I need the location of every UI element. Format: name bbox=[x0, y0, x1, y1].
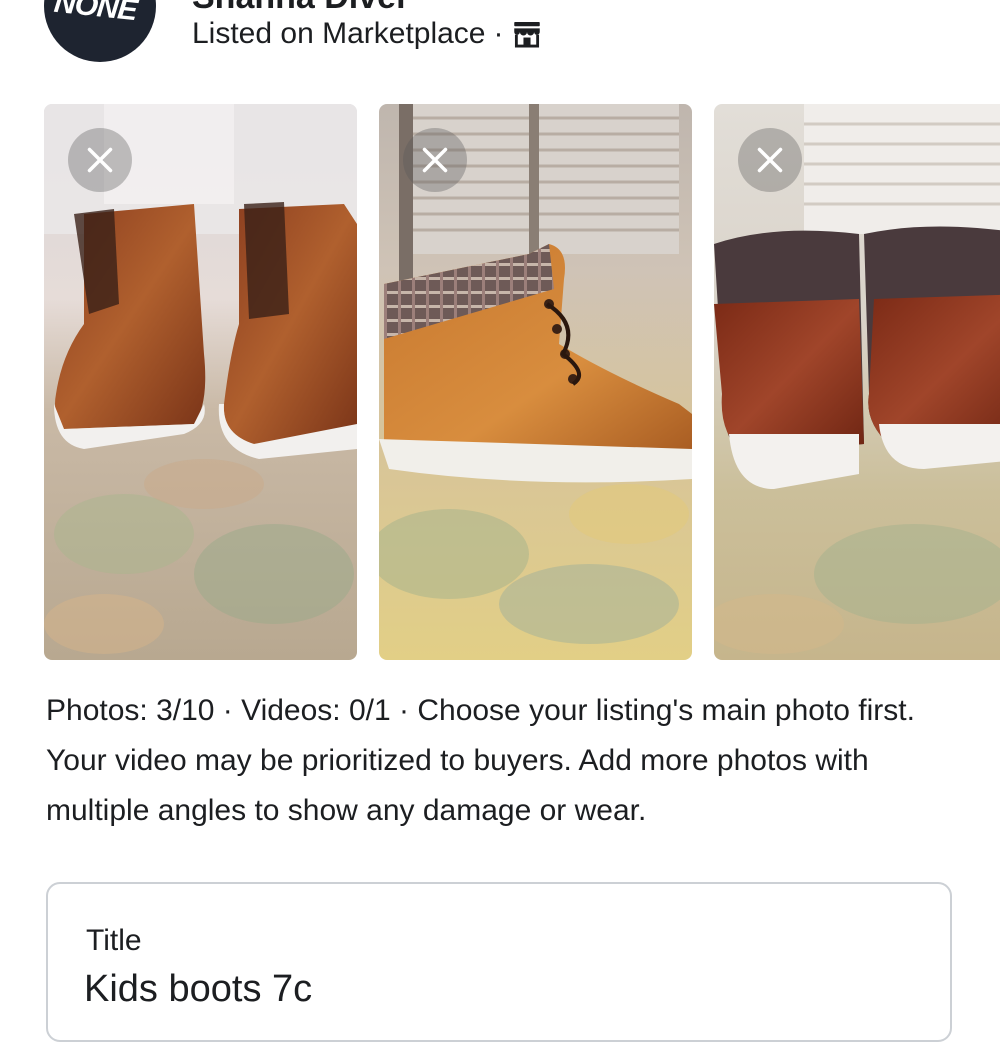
avatar-logo-text: NONE bbox=[52, 0, 139, 28]
photo-guidance-text: Photos: 3/10 · Videos: 0/1 · Choose your… bbox=[46, 694, 915, 827]
remove-photo-button[interactable] bbox=[68, 128, 132, 192]
listing-photo-2[interactable] bbox=[379, 104, 692, 660]
close-icon bbox=[422, 147, 448, 173]
title-label: Title bbox=[86, 924, 142, 957]
store-icon bbox=[513, 21, 540, 48]
remove-photo-button[interactable] bbox=[738, 128, 802, 192]
title-input[interactable] bbox=[84, 968, 904, 1011]
close-icon bbox=[87, 147, 113, 173]
remove-photo-button[interactable] bbox=[403, 128, 467, 192]
listing-photo-3[interactable] bbox=[714, 104, 1000, 660]
close-icon bbox=[757, 147, 783, 173]
listing-photo-1[interactable] bbox=[44, 104, 357, 660]
listing-status: Listed on Marketplace · bbox=[192, 14, 544, 54]
separator-dot: · bbox=[493, 17, 504, 50]
listed-on-text: Listed on Marketplace bbox=[192, 17, 486, 50]
title-field[interactable]: Title bbox=[46, 882, 952, 1042]
seller-avatar[interactable]: NONE bbox=[44, 0, 156, 62]
